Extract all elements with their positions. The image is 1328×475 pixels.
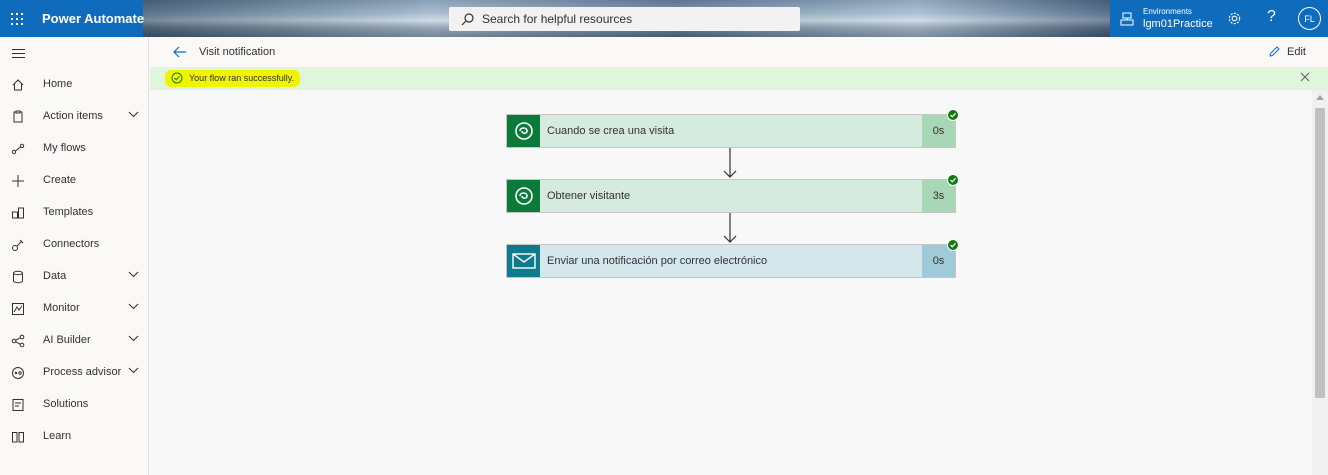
search-icon bbox=[461, 12, 474, 25]
process-advisor-icon bbox=[12, 367, 24, 379]
checkmark-circle-icon bbox=[171, 72, 183, 84]
sidebar-item-learn[interactable]: Learn bbox=[0, 421, 149, 453]
sidebar-item-label: Connectors bbox=[43, 238, 100, 250]
hamburger-menu-icon[interactable] bbox=[12, 49, 25, 61]
search-placeholder: Search for helpful resources bbox=[482, 12, 633, 26]
flow-step-trigger[interactable]: Cuando se crea una visita 0s bbox=[506, 109, 959, 148]
sidebar-item-connectors[interactable]: Connectors bbox=[0, 229, 149, 261]
sidebar-item-label: Solutions bbox=[43, 398, 89, 410]
sidebar-item-label: Data bbox=[43, 270, 67, 282]
connector-arrow-icon bbox=[723, 213, 737, 243]
environment-icon bbox=[1120, 12, 1134, 26]
sidebar-item-my-flows[interactable]: My flows bbox=[0, 133, 149, 165]
flow-step-send-email[interactable]: Enviar una notificación por correo elect… bbox=[506, 239, 959, 278]
success-check-icon bbox=[947, 109, 959, 121]
sidebar-item-label: Process advisor bbox=[43, 366, 122, 378]
chevron-down-icon[interactable] bbox=[128, 111, 139, 118]
connector-icon bbox=[12, 239, 24, 251]
sidebar-item-label: Home bbox=[43, 78, 73, 90]
scroll-up-arrow-icon[interactable] bbox=[1316, 94, 1324, 100]
dataverse-icon bbox=[507, 115, 540, 147]
sidebar-item-ai-builder[interactable]: AI Builder bbox=[0, 325, 149, 357]
ai-builder-icon bbox=[11, 334, 25, 348]
database-icon bbox=[13, 270, 23, 284]
sidebar-item-label: Learn bbox=[43, 430, 72, 442]
edit-label: Edit bbox=[1287, 45, 1306, 58]
waffle-icon bbox=[11, 12, 23, 25]
sidebar-item-label: Create bbox=[43, 174, 77, 186]
command-bar: Visit notification Edit bbox=[150, 37, 1328, 68]
sidebar-item-label: AI Builder bbox=[43, 334, 91, 346]
help-icon[interactable]: ? bbox=[1267, 8, 1276, 26]
home-icon bbox=[12, 79, 24, 91]
connector-arrow-icon bbox=[723, 148, 737, 178]
app-launcher-button[interactable] bbox=[0, 0, 34, 37]
step-title: Enviar una notificación por correo elect… bbox=[547, 255, 768, 267]
sidebar-item-create[interactable]: Create bbox=[0, 165, 149, 197]
environment-label: Environments bbox=[1143, 7, 1192, 16]
sidebar-item-data[interactable]: Data bbox=[0, 261, 149, 293]
sidebar-item-home[interactable]: Home bbox=[0, 69, 149, 101]
pencil-icon bbox=[1269, 46, 1280, 57]
sidebar-item-label: Templates bbox=[43, 206, 94, 218]
step-title: Obtener visitante bbox=[547, 190, 631, 202]
sidebar-item-action-items[interactable]: Action items bbox=[0, 101, 149, 133]
avatar[interactable]: FL bbox=[1298, 7, 1321, 30]
success-check-icon bbox=[947, 239, 959, 251]
solutions-icon bbox=[12, 399, 24, 411]
sidebar-item-solutions[interactable]: Solutions bbox=[0, 389, 149, 421]
flow-icon bbox=[11, 143, 25, 155]
sidebar: Home Action items My flows Create Templa… bbox=[0, 37, 149, 475]
book-icon bbox=[12, 432, 24, 443]
monitor-icon bbox=[12, 303, 24, 315]
sidebar-item-label: Monitor bbox=[43, 302, 80, 314]
environment-picker[interactable]: Environments lgm01Practice ? FL bbox=[1110, 0, 1328, 37]
sidebar-item-process-advisor[interactable]: Process advisor bbox=[0, 357, 149, 389]
chevron-down-icon[interactable] bbox=[128, 367, 139, 374]
top-bar: Power Automate Search for helpful resour… bbox=[0, 0, 1328, 37]
gear-icon[interactable] bbox=[1227, 11, 1242, 26]
chevron-down-icon[interactable] bbox=[128, 271, 139, 278]
chevron-down-icon[interactable] bbox=[128, 335, 139, 342]
edit-button[interactable]: Edit bbox=[1268, 45, 1306, 58]
environment-name[interactable]: lgm01Practice bbox=[1143, 18, 1213, 30]
mail-icon bbox=[507, 245, 540, 277]
search-box[interactable]: Search for helpful resources bbox=[449, 7, 800, 31]
app-name[interactable]: Power Automate bbox=[42, 11, 144, 26]
chevron-down-icon[interactable] bbox=[128, 303, 139, 310]
page-title: Visit notification bbox=[199, 46, 276, 58]
clipboard-icon bbox=[13, 110, 23, 123]
flow-step-get-visitor[interactable]: Obtener visitante 3s bbox=[506, 174, 959, 213]
step-title: Cuando se crea una visita bbox=[547, 125, 675, 137]
sidebar-item-label: My flows bbox=[43, 142, 86, 154]
templates-icon bbox=[12, 207, 24, 219]
back-arrow-icon[interactable] bbox=[173, 46, 187, 58]
dataverse-icon bbox=[507, 180, 540, 212]
sidebar-item-label: Action items bbox=[43, 110, 103, 122]
sidebar-item-monitor[interactable]: Monitor bbox=[0, 293, 149, 325]
close-icon[interactable] bbox=[1300, 72, 1310, 82]
plus-icon bbox=[12, 175, 24, 187]
banner-message: Your flow ran successfully. bbox=[189, 73, 295, 83]
success-banner: Your flow ran successfully. bbox=[150, 67, 1328, 90]
success-check-icon bbox=[947, 174, 959, 186]
vertical-scrollbar[interactable] bbox=[1312, 90, 1328, 475]
sidebar-item-templates[interactable]: Templates bbox=[0, 197, 149, 229]
scrollbar-thumb[interactable] bbox=[1315, 108, 1325, 398]
